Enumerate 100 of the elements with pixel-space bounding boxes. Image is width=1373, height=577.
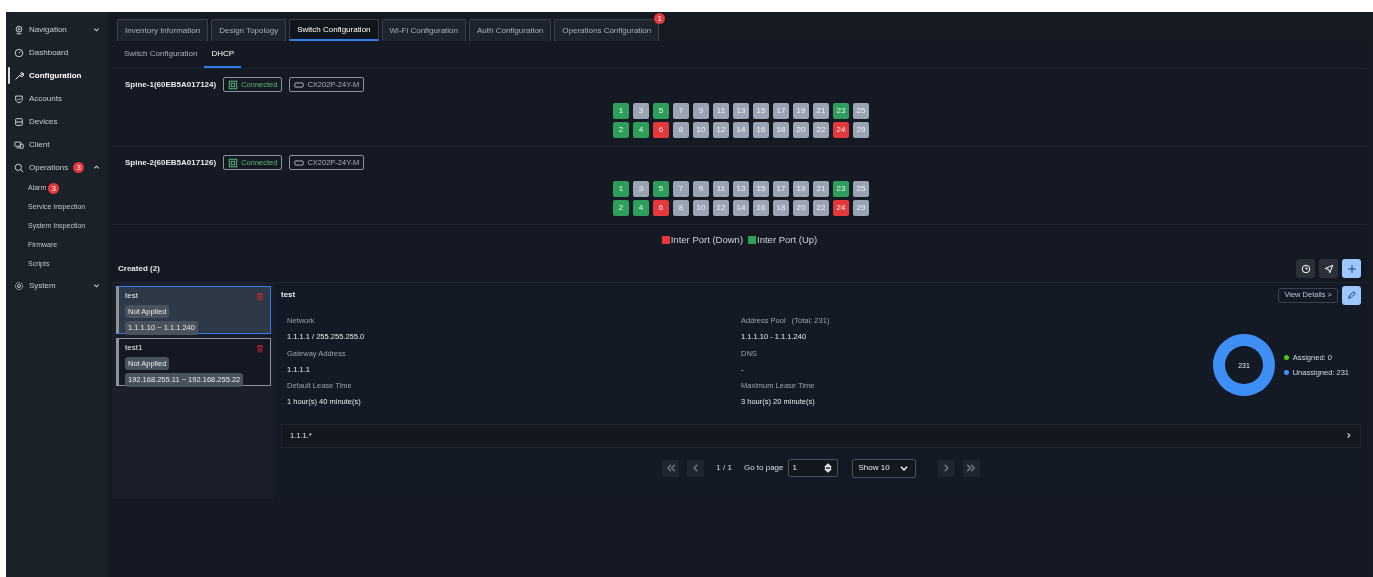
- gauge-icon: [14, 47, 24, 58]
- tab[interactable]: Switch Configuration: [289, 19, 379, 41]
- switch-port[interactable]: 15: [753, 181, 769, 198]
- switch-port[interactable]: 24: [833, 122, 849, 139]
- server-icon: [14, 116, 24, 127]
- switch-port[interactable]: 18: [773, 122, 789, 139]
- switch-port[interactable]: 25: [853, 103, 869, 120]
- sidebar-item[interactable]: Dashboard: [6, 41, 108, 64]
- detail-title: test: [281, 289, 296, 301]
- port-icon: [228, 157, 239, 168]
- switch-port[interactable]: 10: [693, 200, 709, 217]
- chevron-right-icon: [1345, 432, 1352, 439]
- next-page-button[interactable]: [937, 459, 955, 477]
- tab[interactable]: Switch Configuration: [117, 41, 205, 68]
- switch-port[interactable]: 6: [653, 122, 669, 139]
- pool-name: test: [125, 290, 138, 302]
- page-number-field[interactable]: 1: [787, 459, 838, 477]
- sidebar-item[interactable]: Devices: [6, 110, 108, 133]
- switch-port[interactable]: 17: [773, 181, 789, 198]
- tab[interactable]: Wi-Fi Configuration: [381, 19, 466, 41]
- pool-name: test1: [125, 342, 143, 354]
- switch-port[interactable]: 21: [813, 181, 829, 198]
- switch-port[interactable]: 13: [733, 103, 749, 120]
- tab[interactable]: Auth Configuration: [469, 19, 552, 41]
- switch-port[interactable]: 19: [793, 103, 809, 120]
- notification-badge: 3: [48, 183, 60, 194]
- switch-port[interactable]: 12: [713, 200, 729, 217]
- switch-port[interactable]: 5: [653, 103, 669, 120]
- port-icon: [228, 79, 239, 90]
- switch-port[interactable]: 16: [753, 122, 769, 139]
- switch-port[interactable]: 22: [813, 122, 829, 139]
- tab[interactable]: Design Topology: [211, 19, 287, 41]
- sidebar-item[interactable]: Navigation: [6, 18, 108, 41]
- switch-port[interactable]: 25: [853, 181, 869, 198]
- switch-port[interactable]: 9: [693, 103, 709, 120]
- switch-port[interactable]: 4: [633, 122, 649, 139]
- device-icon: [294, 79, 305, 90]
- switch-port[interactable]: 29: [853, 122, 869, 139]
- switch-port[interactable]: 2: [613, 122, 629, 139]
- switch-port[interactable]: 1: [613, 103, 629, 120]
- page-size-select[interactable]: Show 10: [851, 458, 916, 478]
- switch-port[interactable]: 19: [793, 181, 809, 198]
- switch-port[interactable]: 23: [833, 181, 849, 198]
- switch-port[interactable]: 7: [673, 103, 689, 120]
- switch-port[interactable]: 22: [813, 200, 829, 217]
- switch-port[interactable]: 12: [713, 122, 729, 139]
- switch-port[interactable]: 13: [733, 181, 749, 198]
- switch-port[interactable]: 14: [733, 122, 749, 139]
- tab[interactable]: Inventory Information: [117, 19, 209, 41]
- switch-port[interactable]: 3: [633, 181, 649, 198]
- last-page-button[interactable]: [962, 459, 980, 477]
- edit-button[interactable]: [1342, 285, 1361, 305]
- switch-port[interactable]: 24: [833, 200, 849, 217]
- previous-page-button[interactable]: [687, 459, 705, 477]
- switch-port[interactable]: 5: [653, 181, 669, 198]
- sidebar-item[interactable]: Configuration: [6, 64, 108, 87]
- switch-port[interactable]: 10: [693, 122, 709, 139]
- switch-port[interactable]: 3: [633, 103, 649, 120]
- tab[interactable]: DHCP: [204, 41, 242, 68]
- switch-port[interactable]: 8: [673, 200, 689, 217]
- switch-port[interactable]: 23: [833, 103, 849, 120]
- switch-port[interactable]: 9: [693, 181, 709, 198]
- send-button[interactable]: [1319, 259, 1338, 278]
- plus-icon: [1346, 263, 1357, 274]
- switch-port[interactable]: 4: [633, 200, 649, 217]
- spinner-arrows-icon: [822, 463, 833, 473]
- page-indicator: 1 / 1: [716, 462, 732, 474]
- paper-plane-icon: [1323, 263, 1334, 274]
- chevron-down-icon: [898, 463, 909, 473]
- switch-port[interactable]: 20: [793, 122, 809, 139]
- switch-port[interactable]: 18: [773, 200, 789, 217]
- device-icon: [294, 157, 305, 168]
- switch-port[interactable]: 17: [773, 103, 789, 120]
- legend-label: Inter Port (Down): [670, 232, 744, 247]
- switch-port[interactable]: 2: [613, 200, 629, 217]
- clock-icon: [1300, 263, 1311, 274]
- switch-port[interactable]: 16: [753, 200, 769, 217]
- switch-port[interactable]: 7: [673, 181, 689, 198]
- switch-port[interactable]: 21: [813, 103, 829, 120]
- gear-icon: [14, 280, 24, 291]
- last-page-icon: [966, 463, 977, 473]
- switch-port[interactable]: 14: [733, 200, 749, 217]
- switch-port[interactable]: 11: [713, 103, 729, 120]
- first-page-button[interactable]: [662, 459, 680, 477]
- trash-icon: [256, 292, 264, 301]
- sidebar-item[interactable]: Client: [6, 133, 108, 156]
- sidebar-item[interactable]: System: [6, 274, 108, 297]
- switch-port[interactable]: 6: [653, 200, 669, 217]
- switch-port[interactable]: 15: [753, 103, 769, 120]
- sidebar-item[interactable]: Accounts: [6, 87, 108, 110]
- switch-port[interactable]: 1: [613, 181, 629, 198]
- notification-badge: 1: [654, 13, 666, 24]
- history-button[interactable]: [1296, 259, 1315, 278]
- switch-port[interactable]: 11: [713, 181, 729, 198]
- switch-port[interactable]: 8: [673, 122, 689, 139]
- switch-port[interactable]: 20: [793, 200, 809, 217]
- switch-name: Spine-1(60EB5A017124): [125, 78, 217, 91]
- sidebar-item[interactable]: Operations 3: [6, 156, 108, 179]
- switch-port[interactable]: 29: [853, 200, 869, 217]
- devices-icon: [14, 139, 24, 150]
